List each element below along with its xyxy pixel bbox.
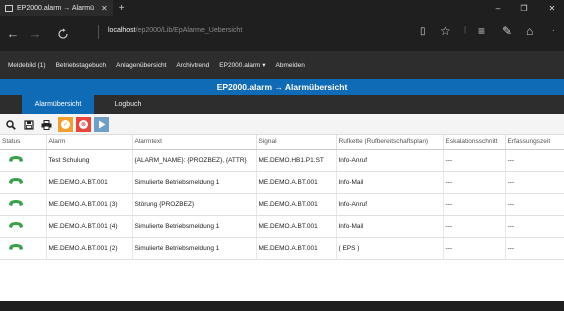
save-icon[interactable]: [21, 117, 36, 132]
phone-handset-icon: [8, 221, 24, 231]
menu-item-meldebild[interactable]: Meldebild (1): [8, 62, 46, 69]
url-field[interactable]: localhost/ep2000/Lib/EpAlarme_Uebersicht: [108, 27, 242, 34]
tab-logbuch[interactable]: Logbuch: [108, 95, 148, 114]
erfassungszeit-cell: ---: [505, 171, 564, 194]
menu-item-betriebstagebuch[interactable]: Betriebstagebuch: [56, 62, 107, 69]
alarmtext-cell: Simulierte Betriebsmeldung 1: [132, 215, 257, 238]
column-header-status[interactable]: Status: [0, 135, 47, 150]
alarm-cell: ME.DEMO.A.BT.001: [46, 171, 133, 194]
close-window-button[interactable]: ✕: [540, 0, 564, 16]
column-header-alarm[interactable]: Alarm: [46, 135, 133, 150]
page-title: EP2000.alarm → Alarmübersicht: [0, 79, 564, 95]
table-row[interactable]: ME.DEMO.A.BT.001 Simulierte Betriebsmeldu…: [0, 171, 564, 194]
browser-tab[interactable]: EP2000.alarm → Alarmü ✕: [0, 0, 113, 16]
table-row[interactable]: ME.DEMO.A.BT.001 (3) Störung {PROZBEZ} ME.…: [0, 193, 564, 216]
menu-item-ep2000-alarm[interactable]: EP2000.alarm ▾: [219, 61, 265, 69]
menu-item-archivtrend[interactable]: Archivtrend: [176, 62, 209, 69]
tab-close-icon[interactable]: ✕: [101, 4, 108, 13]
table-row[interactable]: Test Schulung {ALARM_NAME}: {PROZBEZ}, {A…: [0, 149, 564, 172]
maximize-button[interactable]: ❐: [512, 0, 536, 16]
erfassungszeit-cell: ---: [505, 193, 564, 216]
url-path: /ep2000/Lib/EpAlarme_Uebersicht: [135, 27, 243, 34]
alarm-cell: ME.DEMO.A.BT.001 (2): [46, 237, 133, 260]
app-area: Meldebild (1) Betriebstagebuch Anlagenüb…: [0, 51, 564, 301]
phone-handset-icon: [8, 243, 24, 253]
tab-alarmuebersicht[interactable]: Alarmübersicht: [22, 95, 94, 114]
acknowledge-icon[interactable]: ✓: [58, 117, 73, 132]
status-cell: [0, 149, 47, 172]
eskalation-cell: ---: [443, 237, 506, 260]
phone-handset-icon: [8, 177, 24, 187]
toolbar-divider: |: [464, 25, 467, 34]
status-cell: [0, 215, 47, 238]
search-icon[interactable]: [3, 117, 18, 132]
table-toolbar: ✓ ⊗: [0, 114, 564, 135]
url-host: localhost: [108, 27, 136, 34]
status-cell: [0, 193, 47, 216]
rufkette-cell: Info-Mail: [336, 171, 444, 194]
erfassungszeit-cell: ---: [505, 237, 564, 260]
share-icon[interactable]: ⌂: [526, 24, 533, 38]
phone-handset-icon: [8, 199, 24, 209]
rufkette-cell: ( EPS ): [336, 237, 444, 260]
erfassungszeit-cell: ---: [505, 215, 564, 238]
signal-cell: ME.DEMO.A.BT.001: [256, 171, 337, 194]
signal-cell: ME.DEMO.HB1.P1.ST: [256, 149, 337, 172]
column-header-erfassungszeit[interactable]: Erfassungszeit: [505, 135, 564, 150]
phone-handset-icon: [8, 155, 24, 165]
table-header-row: Status Alarm Alarmtext Signal Rufkette (…: [0, 135, 564, 150]
alarmtext-cell: {ALARM_NAME}: {PROZBEZ}, {ATTR}: [132, 149, 257, 172]
notes-icon[interactable]: ✎: [502, 24, 512, 38]
status-cell: [0, 171, 47, 194]
new-tab-button[interactable]: +: [119, 3, 125, 14]
alarmtext-cell: Simulierte Betriebsmeldung 1: [132, 237, 257, 260]
alarmtext-cell: Störung {PROZBEZ}: [132, 193, 257, 216]
column-header-signal[interactable]: Signal: [256, 135, 337, 150]
erfassungszeit-cell: ---: [505, 149, 564, 172]
address-bar: ← → localhost/ep2000/Lib/EpAlarme_Uebers…: [0, 16, 564, 51]
alarm-cell: ME.DEMO.A.BT.001 (3): [46, 193, 133, 216]
eskalation-cell: ---: [443, 193, 506, 216]
tab-title: EP2000.alarm → Alarmü: [17, 4, 95, 12]
more-icon[interactable]: ·: [552, 26, 555, 35]
url-separator: [98, 25, 99, 39]
signal-cell: ME.DEMO.A.BT.001: [256, 193, 337, 216]
hub-icon[interactable]: ≡: [478, 24, 485, 38]
browser-titlebar: EP2000.alarm → Alarmü ✕ + – ❐ ✕: [0, 0, 564, 16]
stop-icon[interactable]: ⊗: [76, 117, 91, 132]
forward-icon[interactable]: →: [24, 26, 46, 41]
signal-cell: ME.DEMO.A.BT.001: [256, 237, 337, 260]
column-header-rufkette[interactable]: Rufkette (Rufbereitschaftsplan): [336, 135, 444, 150]
table-row[interactable]: ME.DEMO.A.BT.001 (2) Simulierte Betriebsm…: [0, 237, 564, 260]
tab-icon: [5, 4, 13, 12]
column-header-eskalation[interactable]: Eskalationsschnitt: [443, 135, 506, 150]
alarm-cell: Test Schulung: [46, 149, 133, 172]
alarmtext-cell: Simulierte Betriebsmeldung 1: [132, 171, 257, 194]
alarm-table: Status Alarm Alarmtext Signal Rufkette (…: [0, 135, 564, 301]
menu-item-abmelden[interactable]: Abmelden: [276, 62, 305, 69]
refresh-icon[interactable]: [52, 28, 74, 40]
print-icon[interactable]: [39, 117, 54, 132]
favorite-star-icon[interactable]: ☆: [440, 24, 451, 38]
back-icon[interactable]: ←: [2, 26, 24, 41]
rufkette-cell: Info-Anruf: [336, 149, 444, 172]
column-header-alarmtext[interactable]: Alarmtext: [132, 135, 257, 150]
rufkette-cell: Info-Mail: [336, 215, 444, 238]
eskalation-cell: ---: [443, 171, 506, 194]
main-menu: Meldebild (1) Betriebstagebuch Anlagenüb…: [0, 51, 564, 79]
signal-cell: ME.DEMO.A.BT.001: [256, 215, 337, 238]
alarm-cell: ME.DEMO.A.BT.001 (4): [46, 215, 133, 238]
eskalation-cell: ---: [443, 215, 506, 238]
rufkette-cell: Info-Anruf: [336, 193, 444, 216]
eskalation-cell: ---: [443, 149, 506, 172]
play-icon[interactable]: [94, 117, 109, 132]
bottom-edge: [0, 301, 564, 311]
table-row[interactable]: ME.DEMO.A.BT.001 (4) Simulierte Betriebsm…: [0, 215, 564, 238]
menu-item-anlagenuebersicht[interactable]: Anlagenübersicht: [116, 62, 166, 69]
reading-view-icon[interactable]: ▯: [420, 26, 426, 37]
minimize-button[interactable]: –: [486, 0, 510, 16]
tab-bar: Alarmübersicht Logbuch: [0, 95, 564, 114]
status-cell: [0, 237, 47, 260]
